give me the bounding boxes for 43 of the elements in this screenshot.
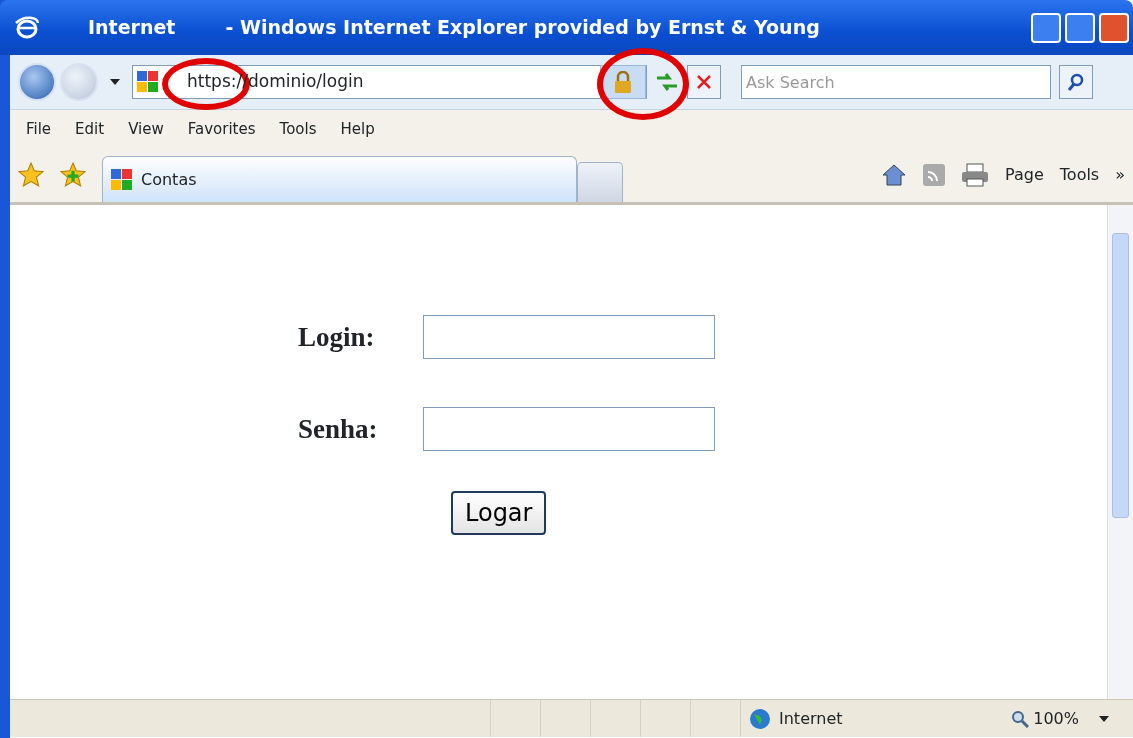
page-menu[interactable]: Page	[1005, 163, 1044, 187]
star-icon[interactable]	[18, 162, 44, 188]
menu-item[interactable]: View	[128, 117, 164, 141]
menu-item[interactable]: Tools	[279, 117, 317, 141]
search-field[interactable]: Ask Search	[741, 65, 1051, 99]
new-tab-button[interactable]	[577, 162, 623, 202]
back-button[interactable]	[18, 63, 56, 101]
printer-icon[interactable]	[961, 163, 990, 187]
close-button[interactable]	[1099, 12, 1129, 43]
close-icon	[697, 75, 711, 89]
browser-logo-icon	[14, 14, 40, 41]
field-label: Senha:	[298, 412, 379, 446]
menu-item[interactable]: Favorites	[187, 117, 256, 141]
field-label: Login:	[298, 320, 376, 354]
menu-item[interactable]: Edit	[75, 117, 105, 141]
search-button[interactable]	[1059, 65, 1093, 99]
zoom-control[interactable]: 100%	[1011, 706, 1109, 731]
window-title: - Windows Internet Explorer provided by Ernst & Young	[225, 15, 820, 41]
home-icon[interactable]	[881, 163, 908, 187]
scrollbar-thumb[interactable]	[1112, 233, 1129, 518]
add-favorite-icon[interactable]	[60, 162, 86, 188]
padlock-icon	[614, 71, 632, 94]
security-zone: Internet	[779, 707, 843, 730]
zoom-icon	[1011, 709, 1030, 728]
browser-tab[interactable]: Contas	[102, 156, 577, 202]
maximize-button[interactable]	[1065, 12, 1095, 43]
menu-item[interactable]: Help	[340, 117, 375, 141]
globe-icon	[749, 707, 771, 730]
refresh-icon[interactable]	[655, 72, 679, 92]
caret-icon[interactable]	[110, 79, 120, 85]
minimize-button[interactable]	[1031, 12, 1061, 43]
feed-icon[interactable]	[923, 164, 946, 186]
site-icon	[137, 71, 159, 93]
site-icon	[111, 168, 133, 191]
caret-icon	[1099, 715, 1109, 722]
more-button[interactable]: »	[1115, 163, 1125, 187]
window-title: Internet	[88, 15, 176, 41]
stop-button[interactable]	[687, 65, 721, 99]
search-icon	[1067, 73, 1085, 91]
menu-item[interactable]: File	[26, 117, 52, 141]
tools-menu[interactable]: Tools	[1059, 163, 1100, 187]
login-button[interactable]: Logar	[451, 491, 547, 535]
scrollbar[interactable]	[1107, 205, 1133, 699]
